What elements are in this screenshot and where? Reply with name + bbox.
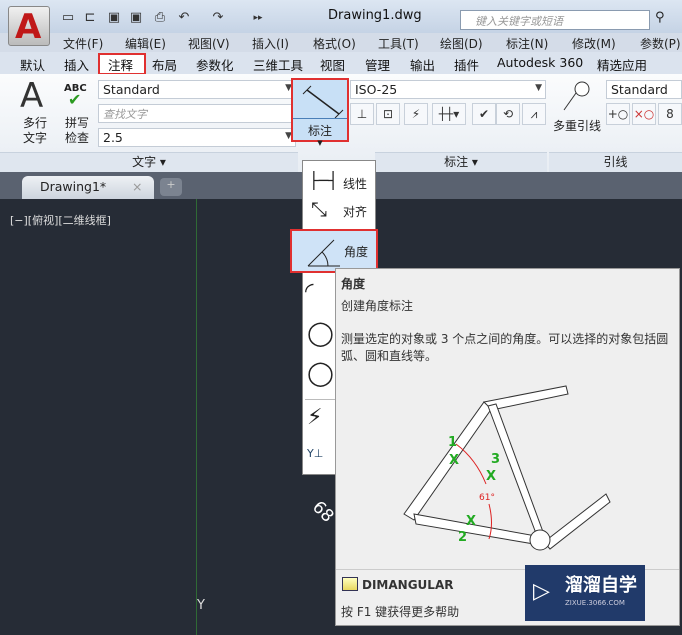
ordinate-icon[interactable]: Y⊥ [307,447,323,460]
play-logo-icon: ▷ [533,579,550,604]
update-icon[interactable]: ⚡ [404,103,428,125]
dimension-icon [302,85,344,119]
tooltip: 角度 创建角度标注 测量选定的对象或 3 个点之间的角度。可以选择的对象包括圆弧… [335,268,680,626]
y-axis-line [196,199,197,635]
save-as-icon[interactable]: ▣ [128,10,144,26]
tab-insert[interactable]: 插入 [64,55,89,74]
diameter-icon[interactable]: ◯ [307,359,334,387]
tab-layout[interactable]: 布局 [152,55,177,74]
print-icon[interactable]: ⎙ [152,10,168,26]
tab-3d-tools[interactable]: 三维工具 [253,55,303,74]
dropdown-item-angular[interactable]: 角度 [290,229,378,273]
viewport-controls[interactable]: [−][俯视][二维线框] [10,212,111,228]
multileader-button[interactable]: 多重引线 [553,117,601,134]
multileader-icon [563,81,590,111]
tooltip-title: 角度 [341,277,366,291]
align-leader-icon[interactable]: 8 [658,103,682,125]
redo-icon[interactable]: ↷ [210,10,226,26]
application-menu-button[interactable]: A [8,6,50,47]
text-height-select[interactable]: 2.5 ▼ [98,128,296,147]
command-icon [342,577,358,591]
undo-icon[interactable]: ↶ [176,10,192,26]
new-tab-icon[interactable]: + [160,178,182,196]
tab-autodesk-360[interactable]: Autodesk 360 [497,55,583,70]
point-2-label: 2 [458,530,467,545]
leader-style-select[interactable]: Standard [606,80,682,99]
baseline-icon[interactable]: ⊥ [350,103,374,125]
menu-tools[interactable]: 工具(T) [378,35,419,52]
menu-edit[interactable]: 编辑(E) [125,35,166,52]
binoculars-icon[interactable]: ⚲ [655,10,665,25]
tab-featured-apps[interactable]: 精选应用 [597,55,647,74]
dropdown-item-aligned[interactable]: ⤡ 对齐 [303,191,375,231]
inspect-icon[interactable]: ⊡ [376,103,400,125]
close-tab-icon[interactable]: × [132,179,142,194]
angular-icon [307,239,340,267]
menu-dimension[interactable]: 标注(N) [506,35,548,52]
jog-line-icon[interactable]: ⩘ [522,103,546,125]
text-style-select[interactable]: Standard ▼ [98,80,296,99]
break-icon[interactable]: ⟲ [496,103,520,125]
tab-manage[interactable]: 管理 [365,55,390,74]
open-icon[interactable]: ⊏ [82,10,98,26]
tooltip-description: 测量选定的对象或 3 个点之间的角度。可以选择的对象包括圆弧、圆和直线等。 [341,332,669,363]
svg-text:X: X [486,469,496,484]
jogged-icon[interactable]: ⚡ [307,405,322,430]
menu-format[interactable]: 格式(O) [313,35,356,52]
tab-annotate[interactable]: 注释 [108,55,133,74]
document-title: Drawing1.dwg [328,8,422,23]
svg-text:X: X [449,453,459,468]
menu-insert[interactable]: 插入(I) [252,35,289,52]
menu-draw[interactable]: 绘图(D) [440,35,483,52]
linear-icon: ├─┤ [309,171,338,190]
arc-length-icon[interactable]: ◜ [305,279,314,304]
watermark: ▷ 溜溜自学 ZIXUE.3066.COM [525,565,645,621]
adjust-space-icon[interactable]: ✔ [472,103,496,125]
add-leader-icon[interactable]: +○ [606,103,630,125]
checkmark-icon: ✔ [68,90,82,109]
multiline-text-button[interactable]: 多行 文字 [23,116,47,146]
tab-output[interactable]: 输出 [410,55,435,74]
find-text-input[interactable]: 查找文字 [98,104,296,123]
bike-frame-illustration: 61° 1 2 3 X X X [403,385,611,551]
text-panel-label[interactable]: 文字 ▾ [0,152,298,172]
tooltip-subtitle: 创建角度标注 [341,299,414,313]
dimension-text: 68 [308,497,338,527]
help-hint: 按 F1 键获得更多帮助 [341,605,460,619]
dim-panel-label[interactable]: 标注 ▾ [375,152,547,172]
ucs-y-label: Y [197,598,205,613]
menu-file[interactable]: 文件(F) [63,35,103,52]
radius-icon[interactable]: ◯ [307,319,334,347]
more-icon[interactable]: ▸▸ [250,10,266,26]
search-input[interactable]: 键入关键字或短语 [460,10,650,30]
menu-view[interactable]: 视图(V) [188,35,230,52]
new-icon[interactable]: ▭ [60,10,76,26]
tab-plugins[interactable]: 插件 [454,55,479,74]
tab-parametric[interactable]: 参数化 [196,55,234,74]
point-3-label: 3 [491,452,500,467]
remove-leader-icon[interactable]: ×○ [632,103,656,125]
multiline-text-icon: A [20,76,44,116]
angle-value: 61° [479,493,495,503]
continue-icon[interactable]: ┼┼▾ [432,103,466,125]
point-1-label: 1 [448,435,457,450]
autocad-logo-icon: A [15,7,42,47]
leader-panel-label: 引线 [549,152,682,172]
dim-style-select[interactable]: ISO-25 ▼ [350,80,546,99]
document-tab[interactable]: Drawing1* × [22,176,154,199]
command-name: DIMANGULAR [362,578,454,592]
svg-text:X: X [466,514,476,529]
tab-view[interactable]: 视图 [320,55,345,74]
aligned-icon: ⤡ [311,197,327,221]
spell-check-button[interactable]: 拼写 检查 [65,116,89,146]
menu-parametric[interactable]: 参数(P) [640,35,681,52]
menu-modify[interactable]: 修改(M) [572,35,616,52]
dimension-button[interactable]: 标注 ▼ [291,78,349,147]
save-icon[interactable]: ▣ [106,10,122,26]
tab-default[interactable]: 默认 [20,55,45,74]
